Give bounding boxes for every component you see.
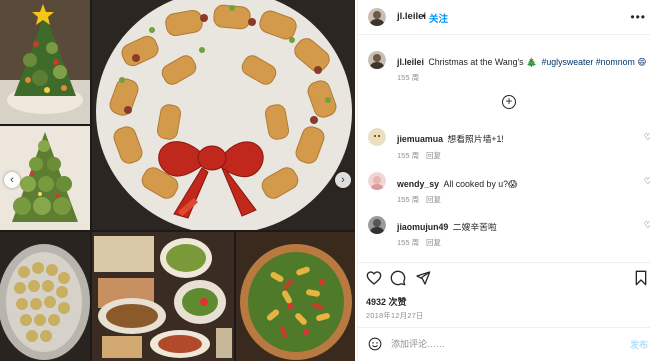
comment-text: 二嫂辛苦啦 <box>452 222 497 232</box>
heart-icon[interactable]: ♡ <box>644 220 650 231</box>
comment-username[interactable]: jiemuamua <box>397 134 443 144</box>
send-icon[interactable] <box>415 270 431 286</box>
comment-item: wendy_sy All cooked by u?😱 <box>397 174 627 192</box>
caption-author-avatar[interactable] <box>368 51 386 69</box>
header-divider <box>358 34 650 35</box>
caption-username[interactable]: jl.leilei <box>397 57 424 67</box>
comment-reply-button[interactable]: 回复 <box>426 237 441 248</box>
comment-username[interactable]: wendy_sy <box>397 179 439 189</box>
author-avatar[interactable] <box>368 8 386 26</box>
comment-text: 想看照片墙+1! <box>447 134 504 144</box>
smiley-icon[interactable] <box>368 337 382 351</box>
heart-icon[interactable]: ♡ <box>644 132 650 143</box>
heart-icon[interactable]: ♡ <box>644 176 650 187</box>
comment-box-divider <box>358 327 650 328</box>
post-detail-panel: jl.leilei • 关注 ••• jl.leilei Christmas a… <box>357 0 650 361</box>
comment-icon[interactable] <box>390 270 406 286</box>
follow-button[interactable]: 关注 <box>429 11 448 25</box>
plus-circle-icon[interactable]: + <box>502 95 516 109</box>
photo-broccoli-tree-star <box>0 0 90 124</box>
comment-reply-button[interactable]: 回复 <box>426 150 441 161</box>
comment-time: 155 周 <box>397 195 420 204</box>
comment-item: jiemuamua 想看照片墙+1! <box>397 129 627 147</box>
post-comment-button[interactable]: 发布 <box>630 338 648 351</box>
caption-row: jl.leilei Christmas at the Wang's 🎄 #ugl… <box>397 52 647 70</box>
chevron-left-icon: ‹ <box>10 174 14 186</box>
carousel-next-button[interactable]: › <box>335 172 351 188</box>
caption-time: 155 周 <box>397 73 420 82</box>
chevron-right-icon: › <box>341 174 345 186</box>
commenter-avatar[interactable] <box>368 128 386 146</box>
comment-item: jiaomujun49 二嫂辛苦啦 <box>397 217 627 235</box>
photo-buffet-spread <box>92 232 234 361</box>
comment-reply-button[interactable]: 回复 <box>426 194 441 205</box>
post-media-collage[interactable]: ‹ › <box>0 0 355 361</box>
caption-hashtags[interactable]: #uglysweater #nomnom 😄 <box>541 57 646 67</box>
actions-divider <box>358 262 650 263</box>
caption-text: Christmas at the Wang's 🎄 <box>428 57 537 67</box>
post-date: 2018年12月27日 <box>366 311 424 320</box>
carousel-prev-button[interactable]: ‹ <box>4 172 20 188</box>
commenter-avatar[interactable] <box>368 216 386 234</box>
bookmark-icon[interactable] <box>633 270 649 286</box>
heart-icon[interactable] <box>366 270 382 286</box>
comment-username[interactable]: jiaomujun49 <box>397 222 448 232</box>
more-horizontal-icon[interactable]: ••• <box>630 10 646 24</box>
photo-pastry-wreath <box>92 0 355 230</box>
header-separator: • <box>422 11 426 21</box>
comment-text: All cooked by u?😱 <box>443 179 518 189</box>
comment-input[interactable] <box>391 336 611 352</box>
comment-time: 155 周 <box>397 238 420 247</box>
photo-platter-eggs <box>0 232 90 361</box>
photo-pasta-salad <box>236 232 355 361</box>
comment-time: 155 周 <box>397 151 420 160</box>
commenter-avatar[interactable] <box>368 172 386 190</box>
likes-count[interactable]: 4932 次赞 <box>366 295 407 308</box>
